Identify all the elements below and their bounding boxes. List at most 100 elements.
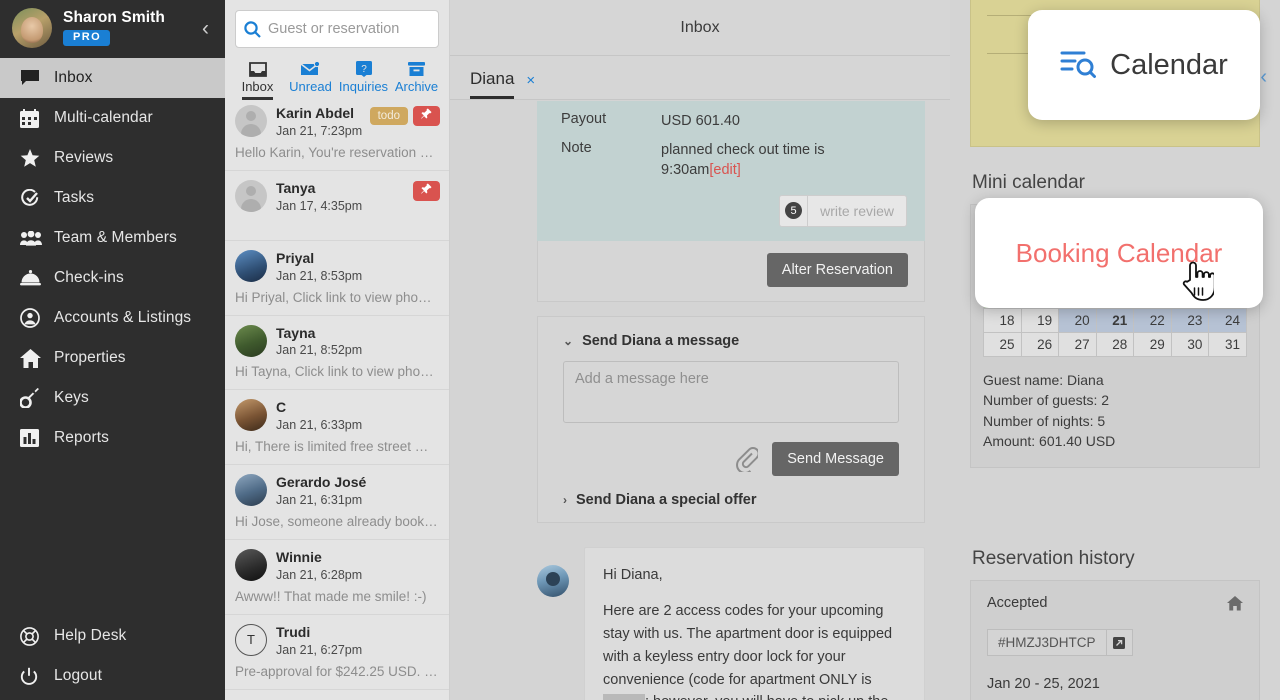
tasks-icon [20,188,54,208]
sidebar-item-reports[interactable]: Reports [0,418,225,458]
question-box-icon: ? [337,59,390,79]
sidebar-item-label: Keys [54,389,89,406]
conversation-scroll[interactable]: Payout USD 601.40 Note planned check out… [450,101,950,700]
calendar-callout[interactable]: Calendar [1028,10,1260,120]
alter-reservation-button[interactable]: Alter Reservation [766,252,908,287]
avatar [235,324,267,357]
payout-value: USD 601.40 [661,113,740,129]
sidebar-item-keys[interactable]: Keys [0,378,225,418]
sidebar-item-help-desk[interactable]: Help Desk [0,616,225,656]
send-special-offer-label: Send Diana a special offer [576,491,757,508]
calendar-week: 18 19 20 21 22 23 24 [983,308,1247,333]
calendar-day[interactable]: 24 [1208,308,1247,333]
reservation-history-card[interactable]: Accepted #HMZJ3DHTCP Jan 20 - 25, 2021 [970,580,1260,700]
calendar-day[interactable]: 31 [1208,332,1247,357]
sidebar-item-check-ins[interactable]: Check-ins [0,258,225,298]
sidebar-item-reviews[interactable]: Reviews [0,138,225,178]
send-row: Send Message [563,441,899,476]
search-input[interactable] [268,21,430,37]
note-value: planned check out time is 9:30am [661,141,825,179]
tab-label: Inquiries [338,79,389,94]
sidebar-item-label: Inbox [54,69,93,86]
pin-icon[interactable] [413,180,440,201]
list-item-date: Jan 21, 7:23pm [276,123,363,138]
sidebar-item-label: Reports [54,429,109,446]
sidebar-user-header[interactable]: Sharon Smith PRO ‹ [0,0,225,56]
sidebar-item-team-members[interactable]: Team & Members [0,218,225,258]
send-message-button[interactable]: Send Message [772,441,899,476]
calendar-day[interactable]: 25 [983,332,1022,357]
avatar [235,249,267,282]
note-edit-link[interactable]: [edit] [709,162,740,178]
list-item-preview: Hi, There is limited free street … [235,439,429,455]
sidebar-item-multi-calendar[interactable]: Multi-calendar [0,98,225,138]
calendar-day[interactable]: 22 [1133,308,1172,333]
message-textarea[interactable] [563,360,899,423]
list-item[interactable]: T Trudi Jan 21, 6:27pm Pre-approval for … [225,615,449,690]
list-item[interactable]: Priyal Jan 21, 8:53pm Hi Priyal, Click l… [225,241,449,316]
avatar: T [235,623,267,656]
booking-calendar-callout[interactable]: Booking Calendar [975,198,1263,308]
calendar-day[interactable]: 21 [1095,308,1135,333]
review-count-badge: 5 [780,195,809,226]
calendar-day[interactable]: 23 [1170,308,1210,333]
list-item[interactable]: Winnie Jan 21, 6:28pm Awww!! That made m… [225,540,449,615]
send-message-heading[interactable]: ⌄ Send Diana a message [563,333,899,349]
tab-label: Diana [470,69,515,99]
list-item-date: Jan 21, 8:52pm [276,343,363,358]
list-item[interactable]: Gerardo José Jan 21, 6:31pm Hi Jose, som… [225,465,449,540]
sidebar-item-properties[interactable]: Properties [0,338,225,378]
list-item-date: Jan 21, 6:27pm [276,642,363,657]
calendar-day[interactable]: 30 [1170,332,1210,357]
sidebar-user-info: Sharon Smith PRO [63,9,165,46]
pin-icon[interactable] [413,106,440,126]
bubble-greeting: Hi Diana, [603,566,663,583]
reservation-code-row: #HMZJ3DHTCP [987,629,1243,656]
sidebar-item-logout[interactable]: Logout [0,656,225,696]
chevron-right-icon: › [563,492,567,507]
calendar-day[interactable]: 26 [1020,332,1060,357]
top-bar: Inbox [450,0,950,56]
guest-name: Guest name: Diana [983,372,1104,388]
calendar-day[interactable]: 28 [1095,332,1135,357]
search-box[interactable] [235,10,439,48]
sidebar: Sharon Smith PRO ‹ Inbox Multi-calendar … [0,0,225,700]
sidebar-item-tasks[interactable]: Tasks [0,178,225,218]
status-badge[interactable]: todo [369,106,408,126]
amount: Amount: 601.40 USD [983,432,1116,449]
calendar-day[interactable]: 27 [1058,332,1097,357]
inbox-icon [231,59,284,79]
tab-diana[interactable]: Diana × [464,69,541,99]
calendar-day[interactable]: 18 [983,308,1022,333]
list-item[interactable]: Karin Abdel Jan 21, 7:23pm Hello Karin, … [225,96,449,171]
list-item[interactable]: Tayna Jan 21, 8:52pm Hi Tayna, Click lin… [225,316,449,391]
list-item-name: Winnie [276,548,322,565]
review-count: 5 [785,202,803,220]
calendar-day[interactable]: 20 [1058,308,1097,333]
list-item-name: Tanya [276,179,316,196]
sidebar-item-label: Team & Members [54,229,177,246]
list-item-preview: Hi Jose, someone already book… [235,513,438,529]
details-collapse-icon[interactable]: ‹ [1260,66,1267,89]
pointing-hand-cursor [1180,258,1216,307]
write-review-button[interactable]: 5 write review [779,194,907,227]
sidebar-item-inbox[interactable]: Inbox [0,58,225,98]
reservation-history-section: Reservation history Accepted #HMZJ3DHTCP… [970,548,1260,700]
avatar [537,564,569,597]
send-special-offer-heading[interactable]: › Send Diana a special offer [563,492,899,508]
calendar-day[interactable]: 29 [1133,332,1172,357]
list-item[interactable]: Tanya Jan 17, 4:35pm [225,171,449,241]
list-item-name: Trudi [276,623,311,640]
message-list[interactable]: Karin Abdel Jan 21, 7:23pm Hello Karin, … [225,96,449,700]
paperclip-icon[interactable] [734,446,759,472]
message-bubble-row: Hi Diana, Here are 2 access codes for yo… [537,546,925,700]
list-item[interactable]: C Jan 21, 6:33pm Hi, There is limited fr… [225,390,449,466]
sidebar-collapse-icon[interactable]: ‹ [196,14,215,43]
close-icon[interactable]: × [526,72,535,89]
external-link-icon[interactable] [1106,629,1133,656]
calendar-day[interactable]: 19 [1020,308,1060,333]
avatar [235,105,267,137]
archive-icon [390,59,443,79]
sidebar-item-label: Logout [54,667,103,684]
sidebar-item-accounts-listings[interactable]: Accounts & Listings [0,298,225,338]
